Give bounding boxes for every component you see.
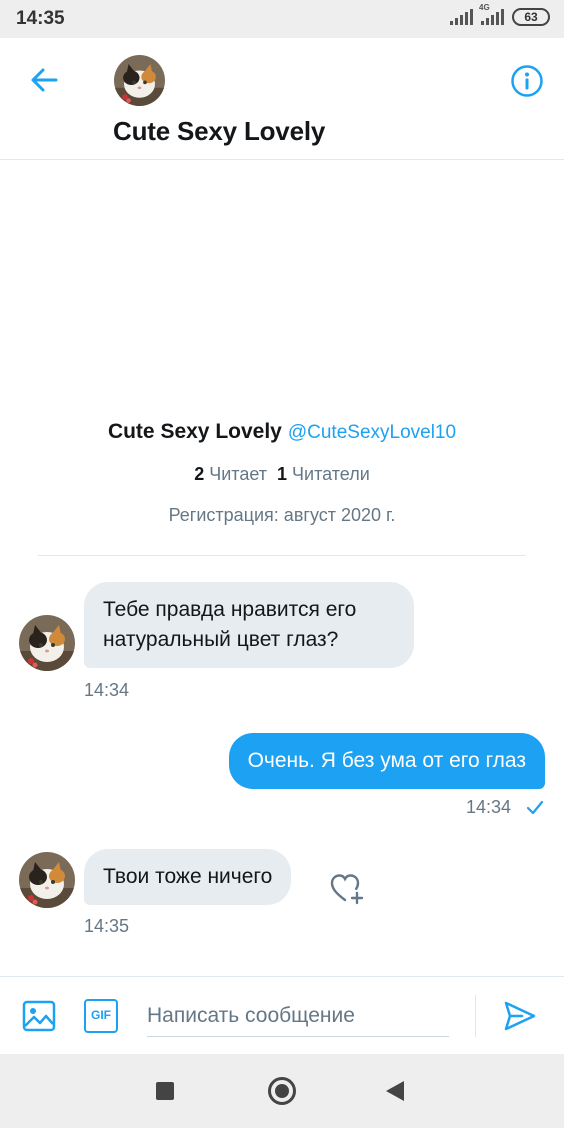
back-triangle-icon[interactable]: [386, 1081, 404, 1101]
conversation-title: Cute Sexy Lovely: [113, 116, 326, 146]
signal-icon: [450, 9, 473, 25]
heart-add-icon[interactable]: [329, 871, 365, 905]
followers-count: 1: [277, 464, 288, 484]
following-stat[interactable]: 2 Читает: [194, 464, 267, 484]
battery-icon: 63: [512, 8, 550, 26]
message-composer: GIF: [0, 976, 564, 1054]
message-bubble-outgoing[interactable]: Очень. Я без ума от его глаз: [228, 733, 545, 789]
message-timestamp: 14:35: [84, 916, 130, 936]
recents-icon[interactable]: [156, 1082, 174, 1100]
followers-label: Читатели: [292, 464, 370, 484]
avatar[interactable]: [114, 55, 165, 106]
status-time: 14:35: [16, 8, 65, 29]
signal-4g-icon: 4G: [479, 3, 504, 25]
profile-handle[interactable]: @CuteSexyLovel10: [288, 422, 456, 443]
message-timestamp: 14:34: [466, 797, 512, 817]
cat-avatar-icon: [114, 55, 165, 106]
avatar[interactable]: [19, 615, 75, 671]
gif-icon[interactable]: GIF: [84, 999, 118, 1033]
message-bubble-incoming[interactable]: Тебе правда нравится его натуральный цве…: [84, 582, 414, 668]
message-input[interactable]: [147, 995, 449, 1037]
arrow-left-icon[interactable]: [28, 64, 60, 96]
following-label: Читает: [209, 464, 267, 484]
battery-level: 63: [524, 10, 538, 24]
following-count: 2: [194, 464, 205, 484]
status-bar: 14:35 4G 63: [0, 0, 564, 38]
profile-name[interactable]: Cute Sexy Lovely: [108, 420, 282, 443]
conversation-header: Cute Sexy Lovely: [0, 38, 564, 160]
cat-avatar-icon: [19, 852, 75, 908]
image-icon[interactable]: [22, 999, 56, 1033]
message-timestamp: 14:34: [84, 680, 130, 700]
status-icons: 4G 63: [450, 3, 550, 26]
read-check-icon: [526, 800, 544, 815]
network-label: 4G: [479, 3, 490, 12]
send-icon[interactable]: [503, 999, 537, 1033]
followers-stat[interactable]: 1 Читатели: [277, 464, 370, 484]
profile-summary: Cute Sexy Lovely @CuteSexyLovel10 2 Читае…: [0, 420, 564, 526]
profile-name-line: Cute Sexy Lovely @CuteSexyLovel10: [0, 420, 564, 444]
system-nav-bar: [0, 1054, 564, 1128]
cat-avatar-icon: [19, 615, 75, 671]
registration-date: Регистрация: август 2020 г.: [168, 505, 396, 525]
divider: [475, 995, 476, 1037]
info-icon[interactable]: [510, 64, 544, 98]
divider: [38, 555, 526, 556]
message-bubble-incoming[interactable]: Твои тоже ничего: [84, 849, 292, 905]
avatar[interactable]: [19, 852, 75, 908]
home-icon[interactable]: [268, 1077, 296, 1105]
profile-stats: 2 Читает 1 Читатели: [0, 464, 564, 485]
